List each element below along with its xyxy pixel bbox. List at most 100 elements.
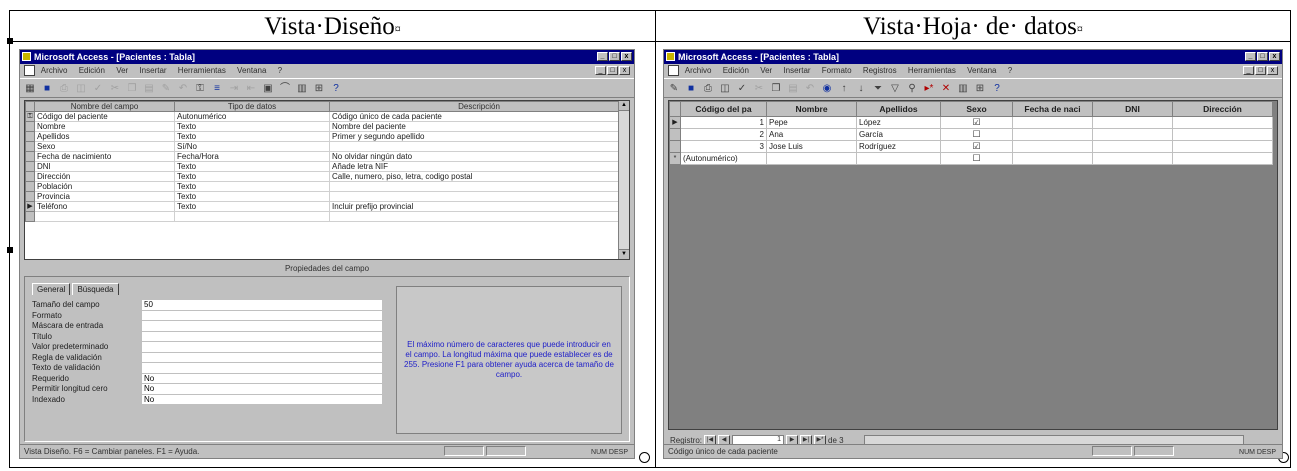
address-cell[interactable] (1172, 152, 1273, 165)
patient-code-cell[interactable]: (Autonumérico) (680, 152, 767, 165)
field-name-cell[interactable]: Fecha de nacimiento (34, 151, 175, 162)
sex-checkbox[interactable]: ☐ (940, 152, 1013, 165)
build-icon[interactable]: ⌒ (279, 83, 291, 94)
close-button[interactable]: x (1269, 52, 1280, 61)
table-row[interactable]: Dirección Texto Calle, numero, piso, letra… (25, 171, 629, 182)
maximize-button[interactable]: □ (609, 52, 620, 61)
birth-date-cell[interactable] (1012, 128, 1093, 141)
table-row[interactable]: ⚿ Código del paciente Autonumérico Código ú… (25, 111, 629, 122)
column-header[interactable]: Dirección (1172, 101, 1273, 117)
preview-icon[interactable]: ◫ (719, 83, 731, 94)
print-icon[interactable]: ⎙ (702, 83, 714, 94)
doc-minimize-button[interactable]: _ (595, 66, 606, 75)
database-window-icon[interactable]: ▥ (296, 83, 308, 94)
field-name-cell[interactable]: DNI (34, 161, 175, 172)
address-cell[interactable] (1172, 116, 1273, 129)
row-selector[interactable] (25, 181, 35, 192)
primary-key-icon[interactable]: ⚿ (194, 83, 206, 94)
row-selector[interactable] (25, 141, 35, 152)
doc-close-button[interactable]: x (1267, 66, 1278, 75)
property-value-field[interactable]: No (142, 394, 382, 405)
field-name-cell[interactable]: Código del paciente (34, 111, 175, 122)
dni-cell[interactable] (1092, 140, 1173, 153)
property-value-field[interactable] (142, 363, 382, 374)
row-selector[interactable] (25, 121, 35, 132)
data-type-cell[interactable]: Texto (174, 191, 330, 202)
description-cell[interactable] (329, 191, 629, 202)
table-row[interactable]: 3 Jose Luis Rodríguez ☑ (669, 140, 1273, 153)
surname-cell[interactable]: Rodríguez (856, 140, 941, 153)
save-icon[interactable]: ■ (41, 83, 53, 94)
sex-checkbox[interactable]: ☑ (940, 140, 1013, 153)
table-row[interactable]: ▶ Teléfono Texto Incluir prefijo provincial (25, 201, 629, 212)
data-type-cell[interactable]: Texto (174, 121, 330, 132)
primary-key-icon[interactable]: ⚿ (25, 111, 35, 122)
sex-checkbox[interactable]: ☐ (940, 128, 1013, 141)
data-type-cell[interactable]: Sí/No (174, 141, 330, 152)
find-icon[interactable]: ⚲ (906, 83, 918, 94)
copy-icon[interactable]: ❐ (126, 83, 138, 94)
data-type-cell[interactable]: Texto (174, 131, 330, 142)
sex-checkbox[interactable]: ☑ (940, 116, 1013, 129)
field-name-cell[interactable]: Nombre (34, 121, 175, 132)
description-cell[interactable]: Añade letra NIF (329, 161, 629, 172)
menu-formato[interactable]: Formato (822, 66, 852, 75)
property-value-field[interactable]: No (142, 373, 382, 384)
new-object-icon[interactable]: ⊞ (974, 83, 986, 94)
insert-row-icon[interactable]: ⇥ (228, 83, 240, 94)
field-name-cell[interactable]: Apellidos (34, 131, 175, 142)
field-name-cell[interactable]: Provincia (34, 191, 175, 202)
menu-archivo[interactable]: Archivo (41, 66, 68, 75)
record-selector[interactable] (669, 128, 681, 141)
dni-cell[interactable] (1092, 116, 1173, 129)
menu-ver[interactable]: Ver (760, 66, 772, 75)
paste-icon[interactable]: ▤ (143, 83, 155, 94)
sort-ascending-icon[interactable]: ↑ (838, 83, 850, 94)
spelling-icon[interactable]: ✓ (92, 83, 104, 94)
table-row[interactable]: * (Autonumérico) ☐ (669, 152, 1273, 165)
row-selector[interactable] (25, 161, 35, 172)
data-type-cell[interactable]: Texto (174, 181, 330, 192)
delete-row-icon[interactable]: ⇤ (245, 83, 257, 94)
name-cell[interactable]: Jose Luis (766, 140, 857, 153)
menu-archivo[interactable]: Archivo (685, 66, 712, 75)
cut-icon[interactable]: ✂ (753, 83, 765, 94)
field-name-cell[interactable]: Dirección (34, 171, 175, 182)
menu-insertar[interactable]: Insertar (783, 66, 810, 75)
dni-cell[interactable] (1092, 128, 1173, 141)
menu-help[interactable]: ? (278, 66, 282, 75)
properties-icon[interactable]: ▣ (262, 83, 274, 94)
property-value-field[interactable] (142, 331, 382, 342)
undo-icon[interactable]: ↶ (804, 83, 816, 94)
new-record-icon[interactable]: ▸* (923, 83, 935, 94)
vertical-scrollbar[interactable]: ▲ ▼ (618, 101, 629, 259)
indexes-icon[interactable]: ≡ (211, 83, 223, 94)
table-row[interactable]: DNI Texto Añade letra NIF (25, 161, 629, 172)
record-selector[interactable] (669, 140, 681, 153)
patient-code-cell[interactable]: 2 (680, 128, 767, 141)
paste-icon[interactable]: ▤ (787, 83, 799, 94)
menu-ver[interactable]: Ver (116, 66, 128, 75)
table-row[interactable]: Provincia Texto (25, 191, 629, 202)
row-selector[interactable] (25, 191, 35, 202)
scroll-down-icon[interactable]: ▼ (619, 249, 629, 259)
patient-code-cell[interactable]: 3 (680, 140, 767, 153)
preview-icon[interactable]: ◫ (75, 83, 87, 94)
menu-registros[interactable]: Registros (863, 66, 897, 75)
table-row[interactable]: ▶ 1 Pepe López ☑ (669, 116, 1273, 129)
data-type-cell[interactable]: Texto (174, 171, 330, 182)
minimize-button[interactable]: _ (1245, 52, 1256, 61)
record-selector-icon[interactable]: * (669, 152, 681, 165)
property-value-field[interactable] (142, 342, 382, 353)
menu-ventana[interactable]: Ventana (237, 66, 266, 75)
cut-icon[interactable]: ✂ (109, 83, 121, 94)
address-cell[interactable] (1172, 128, 1273, 141)
help-icon[interactable]: ? (991, 83, 1003, 94)
property-value-field[interactable] (142, 321, 382, 332)
doc-close-button[interactable]: x (619, 66, 630, 75)
format-painter-icon[interactable]: ✎ (160, 83, 172, 94)
row-selector[interactable] (25, 131, 35, 142)
record-selector-icon[interactable]: ▶ (669, 116, 681, 129)
menu-edicion[interactable]: Edición (79, 66, 105, 75)
name-cell[interactable]: Pepe (766, 116, 857, 129)
